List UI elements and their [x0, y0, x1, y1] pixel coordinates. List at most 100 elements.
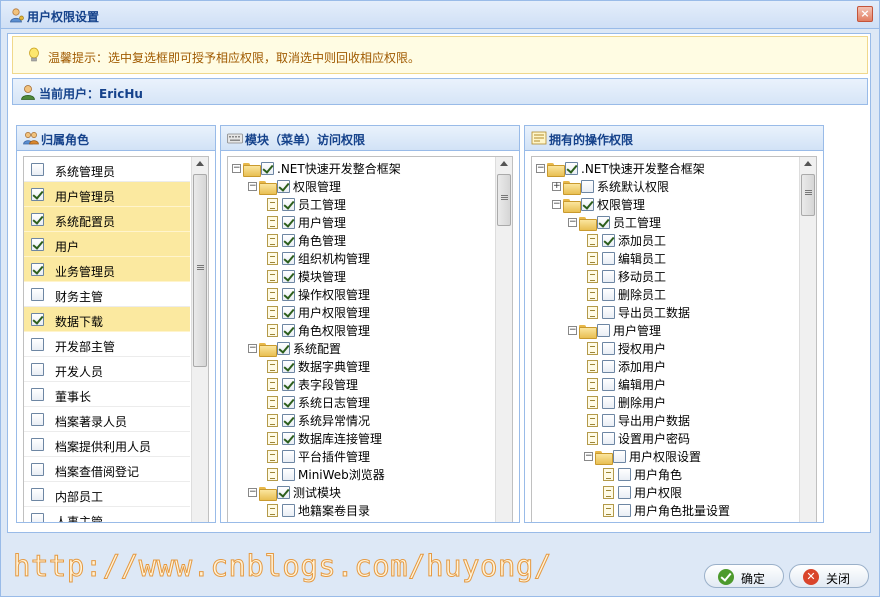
- tree-node[interactable]: − 员工管理: [568, 214, 661, 232]
- tree-node[interactable]: 系统日志管理: [264, 394, 370, 412]
- tree-checkbox[interactable]: [282, 360, 295, 373]
- tree-node[interactable]: 编辑员工: [584, 250, 666, 268]
- tree-node[interactable]: − 系统配置: [248, 340, 341, 358]
- tree-checkbox[interactable]: [282, 306, 295, 319]
- role-checkbox[interactable]: [31, 263, 44, 276]
- tree-node[interactable]: 表字段管理: [264, 376, 358, 394]
- tree-node[interactable]: − 用户权限设置: [584, 448, 701, 466]
- tree-checkbox[interactable]: [602, 288, 615, 301]
- role-item[interactable]: 开发部主管: [24, 332, 190, 357]
- role-checkbox[interactable]: [31, 438, 44, 451]
- role-checkbox[interactable]: [31, 238, 44, 251]
- role-item[interactable]: 财务主管: [24, 282, 190, 307]
- tree-checkbox[interactable]: [282, 414, 295, 427]
- tree-node[interactable]: 导出员工数据: [584, 304, 690, 322]
- role-checkbox[interactable]: [31, 313, 44, 326]
- scroll-up-icon[interactable]: [196, 161, 204, 166]
- collapse-icon[interactable]: −: [248, 488, 257, 497]
- close-button[interactable]: ✕ 关闭: [789, 564, 869, 588]
- tree-node[interactable]: 组织机构管理: [264, 250, 370, 268]
- role-item[interactable]: 用户: [24, 232, 190, 257]
- tree-node[interactable]: 设置用户密码: [584, 430, 690, 448]
- operation-scrollbar[interactable]: [799, 157, 816, 522]
- tree-node[interactable]: MiniWeb浏览器: [264, 466, 385, 484]
- tree-checkbox[interactable]: [282, 504, 295, 517]
- role-checkbox[interactable]: [31, 163, 44, 176]
- role-item[interactable]: 档案著录人员: [24, 407, 190, 432]
- tree-node[interactable]: + 系统默认权限: [552, 178, 669, 196]
- tree-checkbox[interactable]: [602, 270, 615, 283]
- role-item[interactable]: 档案查借阅登记: [24, 457, 190, 482]
- tree-checkbox[interactable]: [277, 180, 290, 193]
- role-item[interactable]: 人事主管: [24, 507, 190, 522]
- tree-node[interactable]: 用户角色批量设置: [600, 502, 730, 520]
- tree-checkbox[interactable]: [282, 468, 295, 481]
- tree-node[interactable]: 地籍案卷目录: [264, 502, 370, 520]
- role-checkbox[interactable]: [31, 338, 44, 351]
- role-checkbox[interactable]: [31, 488, 44, 501]
- scroll-up-icon[interactable]: [804, 161, 812, 166]
- tree-node[interactable]: 编辑用户: [584, 376, 666, 394]
- tree-node[interactable]: 数据字典管理: [264, 358, 370, 376]
- tree-node[interactable]: 添加用户: [584, 358, 666, 376]
- role-item[interactable]: 内部员工: [24, 482, 190, 507]
- collapse-icon[interactable]: −: [536, 164, 545, 173]
- tree-node[interactable]: 删除用户: [584, 394, 666, 412]
- module-scrollbar[interactable]: [495, 157, 512, 522]
- tree-node[interactable]: − 用户管理: [568, 322, 661, 340]
- tree-node[interactable]: 权限批量设置: [600, 520, 706, 522]
- tree-checkbox[interactable]: [282, 270, 295, 283]
- confirm-button[interactable]: 确定: [704, 564, 784, 588]
- tree-checkbox[interactable]: [602, 342, 615, 355]
- tree-checkbox[interactable]: [282, 450, 295, 463]
- role-checkbox[interactable]: [31, 188, 44, 201]
- role-item[interactable]: 数据下载: [24, 307, 190, 332]
- tree-node[interactable]: 平台插件管理: [264, 448, 370, 466]
- tree-node[interactable]: 添加员工: [584, 232, 666, 250]
- tree-node[interactable]: 授权用户: [584, 340, 666, 358]
- tree-checkbox[interactable]: [602, 396, 615, 409]
- tree-checkbox[interactable]: [613, 450, 626, 463]
- tree-node[interactable]: − .NET快速开发整合框架: [232, 160, 401, 178]
- collapse-icon[interactable]: −: [248, 344, 257, 353]
- tree-checkbox[interactable]: [581, 180, 594, 193]
- tree-node[interactable]: 员工管理: [264, 196, 346, 214]
- tree-checkbox[interactable]: [277, 342, 290, 355]
- tree-node[interactable]: − .NET快速开发整合框架: [536, 160, 705, 178]
- scroll-thumb[interactable]: [193, 174, 207, 367]
- tree-node[interactable]: 用户权限管理: [264, 304, 370, 322]
- tree-node[interactable]: 用户角色: [600, 466, 682, 484]
- collapse-icon[interactable]: −: [584, 452, 593, 461]
- tree-node[interactable]: 移动员工: [584, 268, 666, 286]
- tree-checkbox[interactable]: [277, 486, 290, 499]
- tree-checkbox[interactable]: [618, 486, 631, 499]
- role-checkbox[interactable]: [31, 288, 44, 301]
- tree-checkbox[interactable]: [597, 324, 610, 337]
- tree-node[interactable]: − 测试模块: [248, 484, 341, 502]
- tree-node[interactable]: 角色管理: [264, 232, 346, 250]
- tree-checkbox[interactable]: [602, 414, 615, 427]
- role-item[interactable]: 业务管理员: [24, 257, 190, 282]
- roles-scrollbar[interactable]: [191, 157, 208, 522]
- tree-checkbox[interactable]: [282, 396, 295, 409]
- role-checkbox[interactable]: [31, 213, 44, 226]
- tree-checkbox[interactable]: [282, 288, 295, 301]
- collapse-icon[interactable]: −: [568, 326, 577, 335]
- scroll-thumb[interactable]: [801, 174, 815, 216]
- expand-icon[interactable]: +: [552, 182, 561, 191]
- tree-checkbox[interactable]: [282, 234, 295, 247]
- tree-node[interactable]: 导出用户数据: [584, 412, 690, 430]
- tree-node[interactable]: 用户权限: [600, 484, 682, 502]
- role-checkbox[interactable]: [31, 413, 44, 426]
- tree-checkbox[interactable]: [602, 378, 615, 391]
- role-item[interactable]: 系统配置员: [24, 207, 190, 232]
- role-item[interactable]: 系统管理员: [24, 157, 190, 182]
- tree-node[interactable]: 数据库连接管理: [264, 430, 382, 448]
- collapse-icon[interactable]: −: [568, 218, 577, 227]
- tree-checkbox[interactable]: [282, 378, 295, 391]
- tree-checkbox[interactable]: [597, 216, 610, 229]
- tree-node[interactable]: 角色权限管理: [264, 322, 370, 340]
- tree-node[interactable]: 规取并联交易: [264, 520, 370, 522]
- tree-checkbox[interactable]: [261, 162, 274, 175]
- collapse-icon[interactable]: −: [248, 182, 257, 191]
